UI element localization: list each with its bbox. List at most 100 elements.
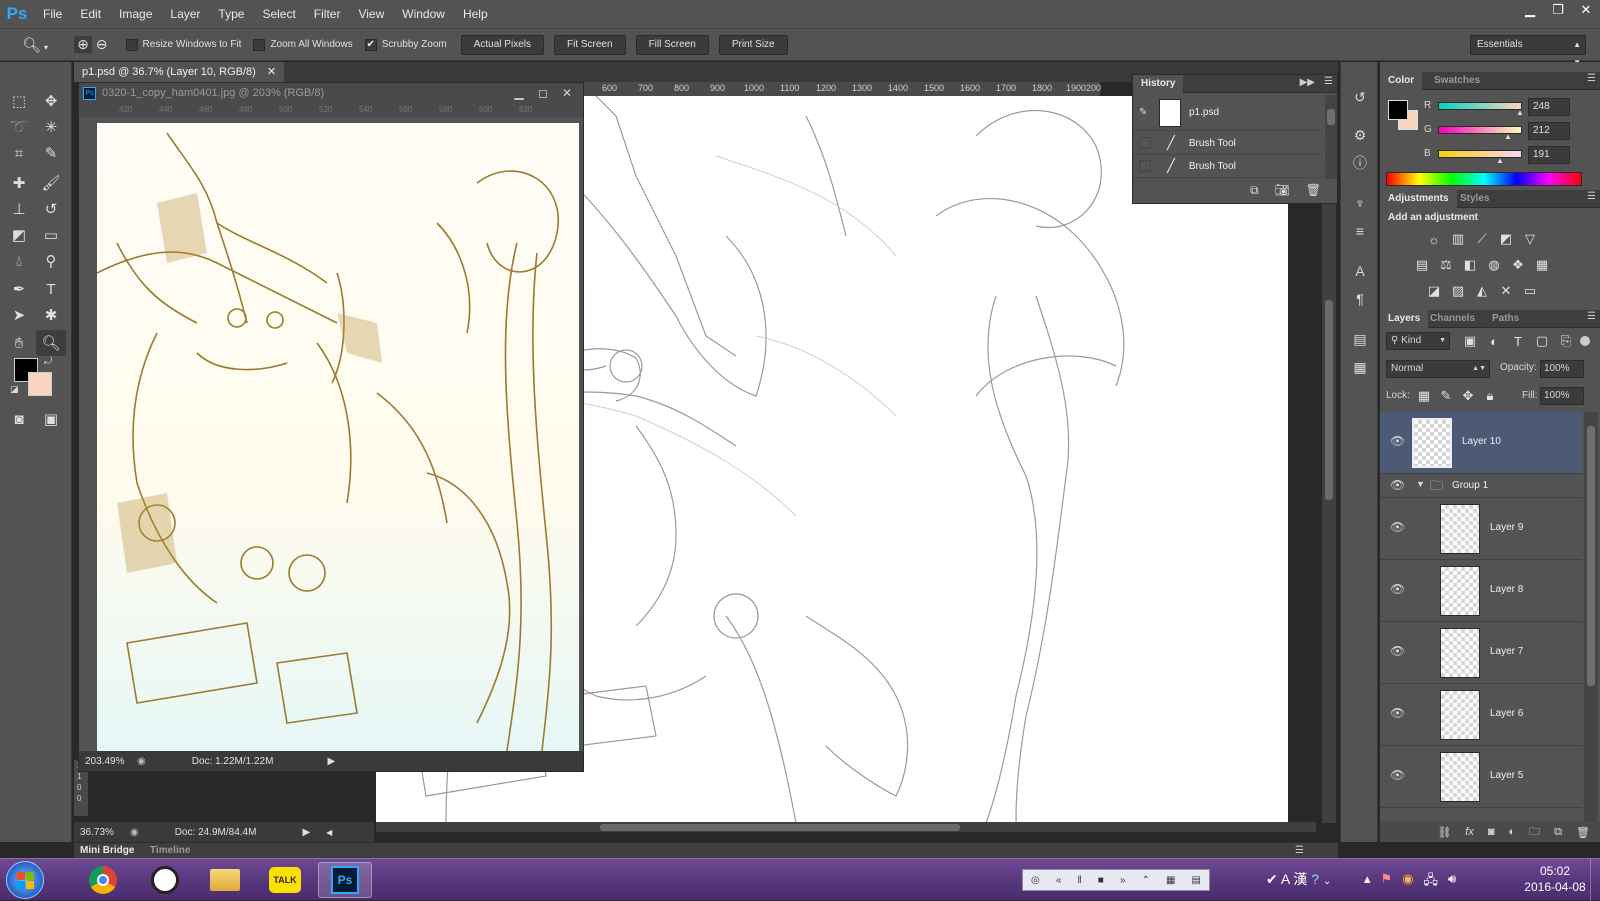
default-colors-icon[interactable]: ◪: [10, 384, 19, 395]
red-value-input[interactable]: 248: [1528, 98, 1570, 116]
expand-icon[interactable]: ⌃: [1141, 875, 1149, 886]
taskbar-file-explorer[interactable]: [198, 862, 252, 898]
channel-mixer-icon[interactable]: ❖: [1508, 256, 1528, 274]
floating-window-titlebar[interactable]: Ps 0320-1_copy_ham0401.jpg @ 203% (RGB/8…: [79, 83, 583, 103]
layer-row-layer-9[interactable]: 👁︎ Layer 9: [1380, 498, 1582, 560]
exposure-icon[interactable]: ◩: [1496, 230, 1516, 248]
state-checkbox[interactable]: [1139, 160, 1151, 172]
minimize-icon[interactable]: ▁: [507, 83, 531, 103]
tray-app-icon[interactable]: ◉: [1402, 871, 1413, 893]
swap-colors-icon[interactable]: ⤾: [44, 356, 52, 367]
menu-image[interactable]: Image: [110, 0, 161, 28]
proof-icon[interactable]: ◉: [130, 827, 139, 838]
zoom-all-windows-checkbox[interactable]: Zoom All Windows: [253, 38, 353, 51]
stop-icon[interactable]: ■: [1098, 875, 1104, 886]
lock-all-icon[interactable]: 🔒︎: [1480, 387, 1500, 405]
history-scrollbar[interactable]: [1325, 95, 1337, 179]
next-icon[interactable]: »: [1120, 875, 1126, 886]
status-menu-arrow-icon[interactable]: ▶: [327, 756, 335, 767]
layer-row-layer-8[interactable]: 👁︎ Layer 8: [1380, 560, 1582, 622]
magic-wand-icon[interactable]: ✳: [36, 114, 66, 140]
lock-pixels-icon[interactable]: ✎: [1436, 387, 1456, 405]
panel-menu-icon[interactable]: ☰: [1587, 311, 1596, 322]
eraser-icon[interactable]: ◩: [4, 222, 34, 248]
filter-smart-object-icon[interactable]: ⎘: [1556, 332, 1576, 350]
history-state[interactable]: ╱ Brush Tool: [1133, 132, 1323, 155]
path-select-icon[interactable]: ➤: [4, 302, 34, 328]
new-group-icon[interactable]: 🗀︎: [1529, 823, 1540, 842]
properties-panel-icon[interactable]: ⚙: [1349, 124, 1371, 146]
layers-scrollbar[interactable]: [1584, 412, 1598, 822]
filter-shape-icon[interactable]: ▢: [1532, 332, 1552, 350]
eyedropper-icon[interactable]: ✎: [36, 140, 66, 166]
camera-snapshot-icon[interactable]: 📷︎: [1275, 183, 1290, 197]
trash-icon[interactable]: 🗑︎: [1306, 183, 1321, 197]
tab-mini-bridge[interactable]: Mini Bridge: [80, 845, 134, 856]
add-mask-icon[interactable]: ◙: [1488, 826, 1495, 838]
brightness-contrast-icon[interactable]: ☼: [1424, 230, 1444, 248]
pause-icon[interactable]: ‖: [1077, 875, 1081, 886]
media-player-icon[interactable]: ◎: [1031, 875, 1040, 886]
trash-icon[interactable]: 🗑︎: [1576, 826, 1590, 839]
collapse-icon[interactable]: ▶▶: [1300, 77, 1315, 88]
actual-pixels-button[interactable]: Actual Pixels: [460, 34, 544, 55]
levels-icon[interactable]: ▥: [1448, 230, 1468, 248]
layer-row-layer-5[interactable]: 👁︎ Layer 5: [1380, 746, 1582, 808]
new-layer-icon[interactable]: ⧉: [1554, 826, 1562, 839]
crop-tool-icon[interactable]: ⌗: [4, 140, 34, 166]
show-desktop-button[interactable]: [1590, 859, 1600, 901]
selective-color-icon[interactable]: ✕: [1496, 282, 1516, 300]
gradient-map-icon[interactable]: ▭: [1520, 282, 1540, 300]
menu-edit[interactable]: Edit: [71, 0, 110, 28]
taskbar-photoshop[interactable]: Ps: [318, 862, 372, 898]
fit-screen-button[interactable]: Fit Screen: [553, 34, 626, 55]
scrubby-zoom-checkbox[interactable]: ✔ Scrubby Zoom: [364, 38, 447, 51]
brush-panel-icon[interactable]: ≡: [1349, 220, 1371, 242]
tab-timeline[interactable]: Timeline: [150, 845, 190, 856]
equalizer-icon[interactable]: ▦: [1166, 875, 1175, 886]
info-panel-icon[interactable]: ⓘ: [1349, 152, 1371, 174]
fill-input[interactable]: 100%: [1540, 387, 1584, 405]
visibility-eye-icon[interactable]: 👁︎: [1390, 644, 1405, 658]
state-checkbox[interactable]: [1139, 137, 1151, 149]
marquee-tool-icon[interactable]: ⬚: [4, 88, 34, 114]
tab-layers[interactable]: Layers: [1380, 310, 1429, 328]
close-icon[interactable]: ✕: [555, 83, 579, 103]
threshold-icon[interactable]: ◭: [1472, 282, 1492, 300]
menu-layer[interactable]: Layer: [161, 0, 209, 28]
curves-icon[interactable]: ⟋: [1472, 230, 1492, 248]
close-icon[interactable]: ✕: [1572, 0, 1600, 20]
tab-styles[interactable]: Styles: [1452, 190, 1497, 208]
menu-filter[interactable]: Filter: [305, 0, 350, 28]
taskbar-kakaotalk[interactable]: TALK: [258, 862, 312, 898]
move-tool-icon[interactable]: ✥: [36, 88, 66, 114]
taskbar-chrome[interactable]: [76, 862, 130, 898]
dodge-tool-icon[interactable]: ⚲: [36, 248, 66, 274]
ime-indicator[interactable]: ✔ A 漢 ? ⌄: [1266, 869, 1331, 889]
layer-comps-icon[interactable]: ▦: [1349, 356, 1371, 378]
panel-menu-icon[interactable]: ☰: [1295, 845, 1304, 856]
layer-row-layer-6[interactable]: 👁︎ Layer 6: [1380, 684, 1582, 746]
horizontal-scrollbar[interactable]: [376, 822, 1316, 832]
document-tab-p1[interactable]: p1.psd @ 36.7% (Layer 10, RGB/8) ✕: [74, 62, 285, 82]
vertical-scrollbar[interactable]: [1322, 96, 1336, 823]
scrollbar-thumb[interactable]: [600, 824, 960, 831]
visibility-eye-icon[interactable]: 👁︎: [1390, 434, 1405, 448]
visibility-eye-icon[interactable]: 👁︎: [1390, 520, 1405, 534]
tab-paths[interactable]: Paths: [1484, 310, 1527, 328]
clone-stamp-icon[interactable]: ⊥: [4, 196, 34, 222]
layer-row-group-1[interactable]: 👁︎ ▼ 🗀︎ Group 1: [1380, 474, 1582, 498]
filter-type-icon[interactable]: T: [1508, 332, 1528, 350]
type-tool-icon[interactable]: T: [36, 276, 66, 302]
panel-menu-icon[interactable]: ☰: [1324, 76, 1333, 87]
scrollbar-thumb[interactable]: [1587, 426, 1595, 686]
foreground-color-swatch[interactable]: [1388, 100, 1408, 120]
slider-handle[interactable]: ▲: [1496, 156, 1504, 165]
proof-icon[interactable]: ◉: [137, 756, 146, 767]
close-tab-icon[interactable]: ✕: [267, 66, 276, 78]
history-state[interactable]: ╱ Brush Tool: [1133, 155, 1323, 178]
volume-icon[interactable]: 🔊︎: [1448, 871, 1456, 893]
system-clock[interactable]: 05:02 2016-04-08: [1520, 863, 1590, 895]
opacity-input[interactable]: 100%: [1540, 360, 1584, 378]
hue-saturation-icon[interactable]: ▤: [1412, 256, 1432, 274]
